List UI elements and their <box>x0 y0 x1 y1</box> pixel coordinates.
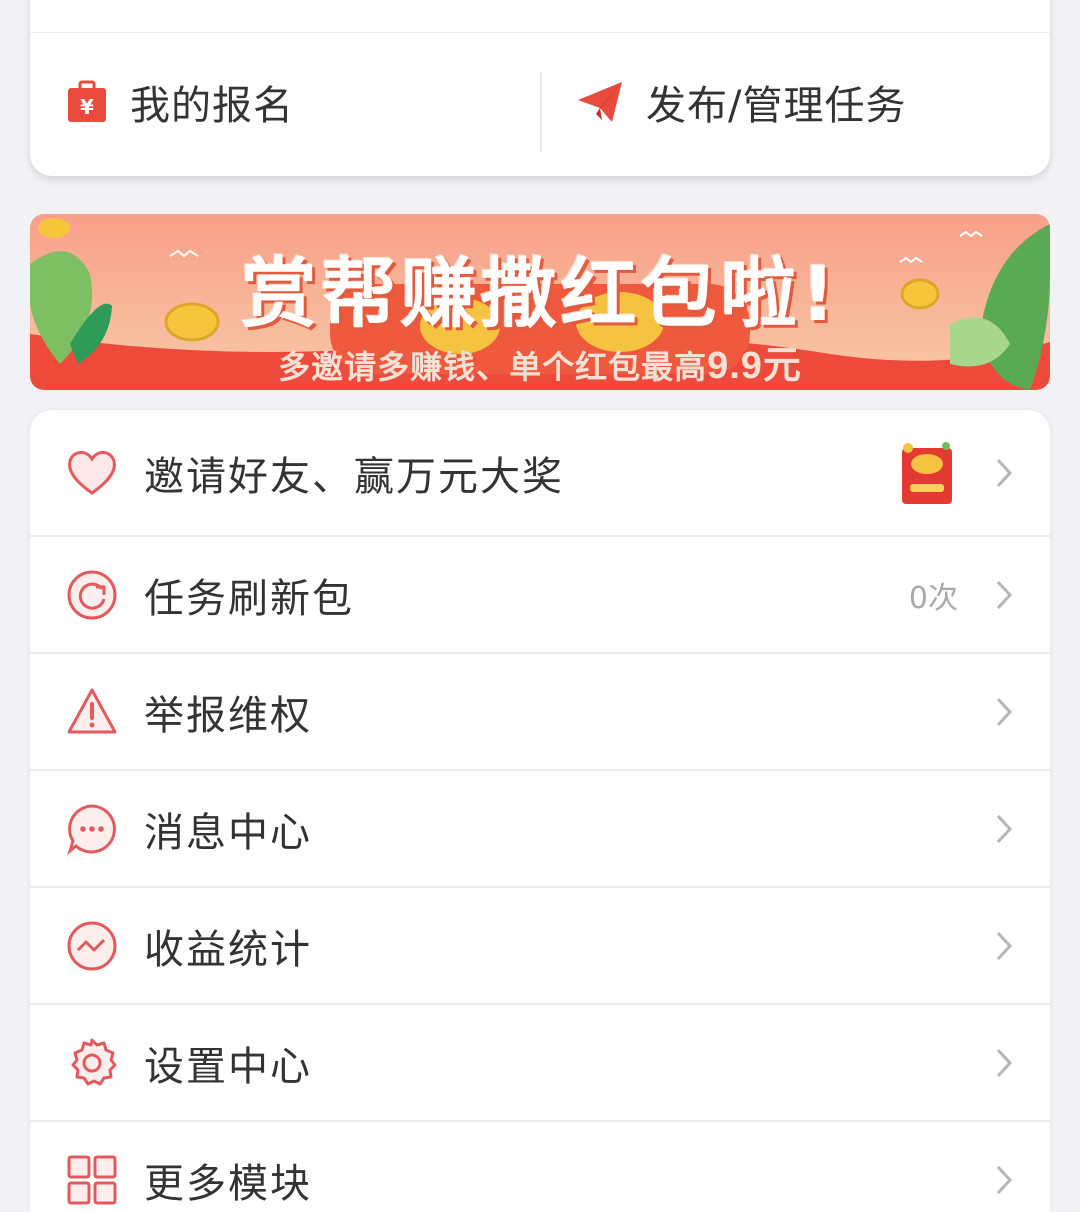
menu-item-more-modules[interactable]: 更多模块 <box>30 1122 1050 1212</box>
quick-actions-card: ¥ 我的报名 发布/管理任务 <box>30 0 1050 176</box>
menu-item-label: 邀请好友、赢万元大奖 <box>144 453 564 500</box>
menu-item-label: 任务刷新包 <box>144 575 354 622</box>
grid-icon <box>67 1155 117 1204</box>
gear-icon <box>71 1038 117 1085</box>
chevron-right-icon <box>996 458 1013 487</box>
chevron-right-icon <box>996 1165 1013 1194</box>
heart-icon <box>68 450 116 495</box>
menu-item-label: 消息中心 <box>144 809 312 856</box>
menu-item-invite-friends[interactable]: 邀请好友、赢万元大奖 <box>30 410 1050 537</box>
menu-item-settings-center[interactable]: 设置中心 <box>30 1005 1050 1122</box>
divider <box>30 32 1050 33</box>
refresh-count: 0次 <box>908 580 958 616</box>
menu-item-label: 设置中心 <box>144 1043 312 1090</box>
banner-title: 赏帮赚撒红包啦! <box>240 249 840 338</box>
my-signup-label: 我的报名 <box>130 83 294 129</box>
publish-manage-task-button[interactable]: 发布/管理任务 <box>576 62 906 142</box>
trend-icon <box>67 921 117 970</box>
menu-item-label: 举报维权 <box>144 692 312 739</box>
banner-subtitle-text: 多邀请多赚钱、单个红包最高 <box>278 348 708 386</box>
refresh-icon <box>67 570 117 619</box>
banner-subtitle: 多邀请多赚钱、单个红包最高9.9元 <box>30 334 1050 389</box>
publish-manage-task-label: 发布/管理任务 <box>646 83 907 129</box>
chevron-right-icon <box>996 697 1013 726</box>
red-packet-promo-banner[interactable]: 赏帮赚撒红包啦! 多邀请多赚钱、单个红包最高9.9元 <box>30 214 1050 390</box>
page: ¥ 我的报名 发布/管理任务 赏帮赚撒红包啦! 多邀请多赚钱、单个红包最高9.9… <box>0 0 1080 1212</box>
menu-item-earnings-stats[interactable]: 收益统计 <box>30 888 1050 1005</box>
my-signup-button[interactable]: ¥ 我的报名 <box>66 62 294 142</box>
svg-text:¥: ¥ <box>80 95 94 119</box>
menu-item-label: 收益统计 <box>144 926 312 973</box>
chevron-right-icon <box>996 580 1013 609</box>
vertical-divider <box>540 72 542 152</box>
chat-bubble-icon <box>67 803 116 855</box>
banner-subtitle-amount: 9.9元 <box>707 345 802 387</box>
paper-plane-icon <box>578 82 622 122</box>
menu-list: 邀请好友、赢万元大奖 任务刷新包 0次 举报维权 消息中心 收益统计 设置中心 … <box>30 410 1050 1212</box>
menu-item-message-center[interactable]: 消息中心 <box>30 771 1050 888</box>
menu-item-report-rights[interactable]: 举报维权 <box>30 654 1050 771</box>
wallet-bag-icon: ¥ <box>68 80 106 122</box>
chevron-right-icon <box>996 814 1013 843</box>
chevron-right-icon <box>996 1048 1013 1077</box>
chevron-right-icon <box>996 931 1013 960</box>
warning-icon <box>67 688 117 733</box>
menu-item-label: 更多模块 <box>144 1160 312 1207</box>
red-envelope-thumbnail <box>902 442 952 504</box>
menu-item-task-refresh-pack[interactable]: 任务刷新包 0次 <box>30 537 1050 654</box>
